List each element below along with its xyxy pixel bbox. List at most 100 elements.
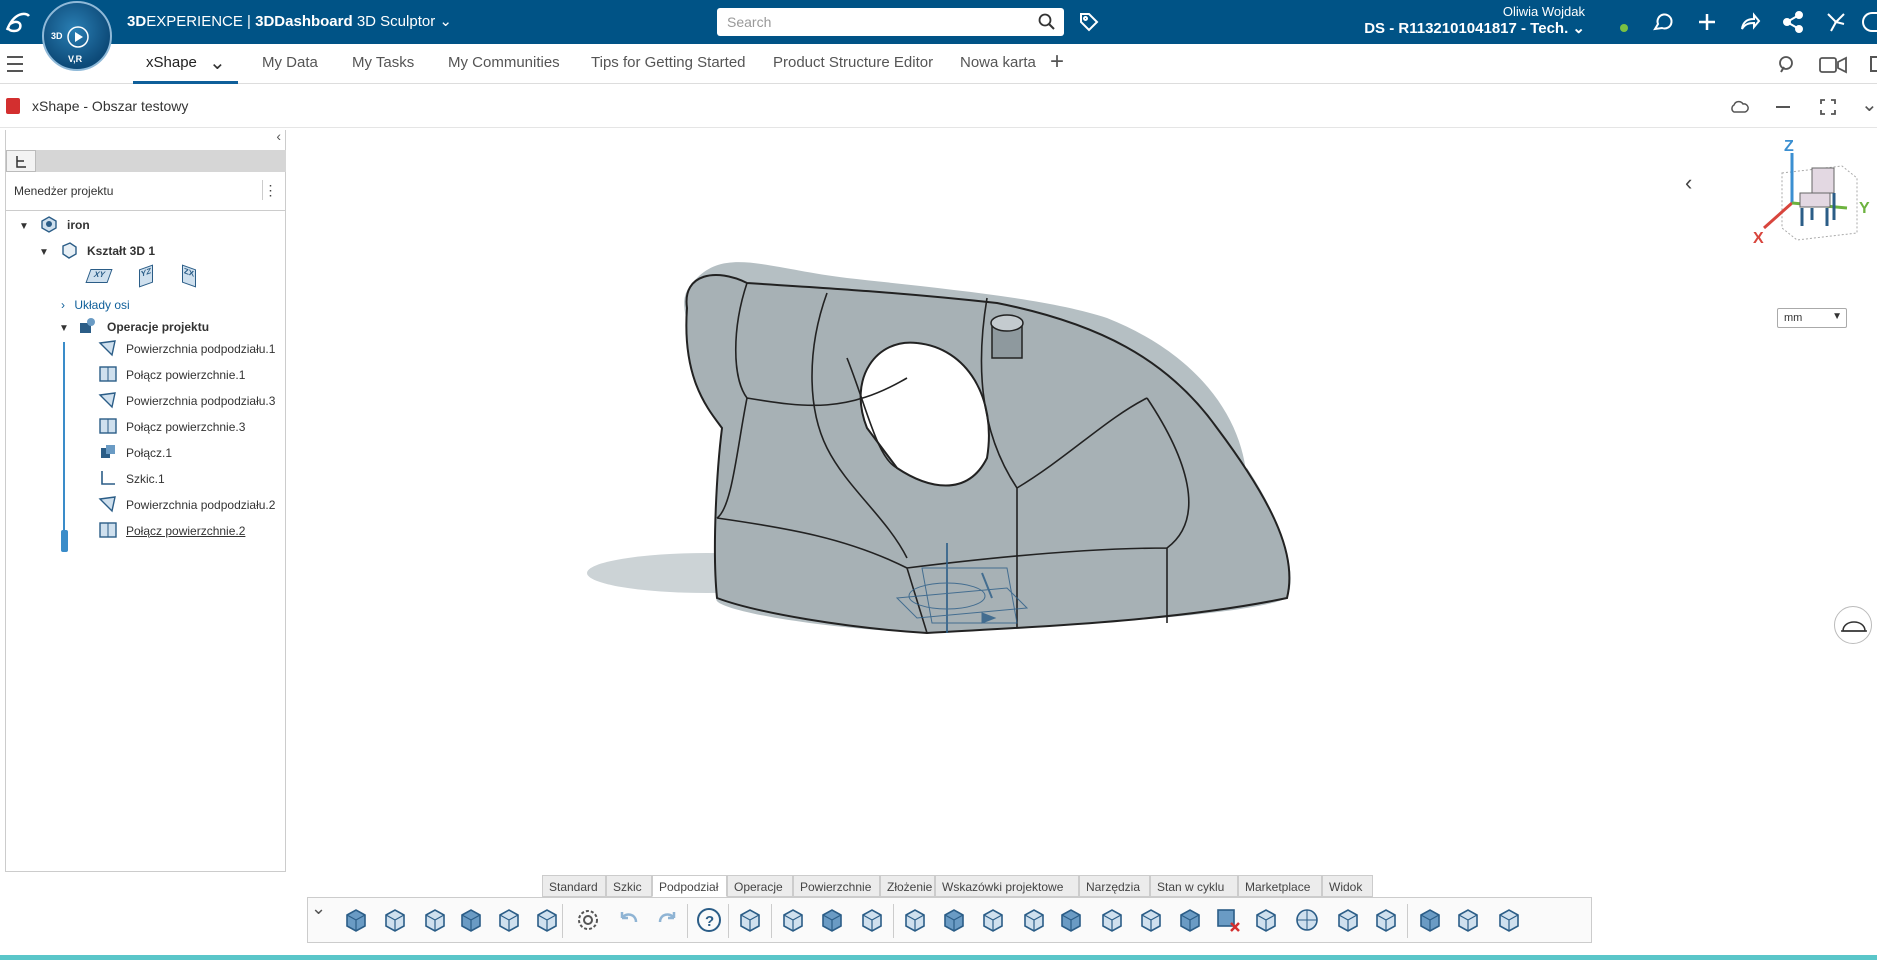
tab-tips[interactable]: Tips for Getting Started — [591, 54, 746, 71]
bend-icon[interactable] — [1252, 906, 1280, 934]
tab-wskazowki[interactable]: Wskazówki projektowe — [935, 875, 1079, 897]
sphere-cube-icon[interactable] — [940, 906, 968, 934]
tab-nowa-karta[interactable]: Nowa karta — [960, 54, 1036, 71]
save-icon[interactable] — [421, 906, 449, 934]
tab-xshape[interactable]: xShape ⌄ — [133, 44, 238, 84]
helmet-icon[interactable] — [1834, 606, 1872, 644]
tree-node-operations[interactable]: ▼ Operacje projektu — [59, 318, 209, 334]
tab-my-data[interactable]: My Data — [262, 54, 318, 71]
surface-patch-icon[interactable] — [1137, 906, 1165, 934]
save-as-icon[interactable] — [457, 906, 485, 934]
expand-arrow-icon[interactable]: ▼ — [59, 323, 69, 334]
isometric-icon[interactable] — [1416, 906, 1444, 934]
settings-icon[interactable] — [574, 906, 602, 934]
history-marker[interactable] — [61, 530, 68, 552]
panel-edge-icon[interactable] — [1870, 56, 1877, 72]
tab-product-structure-editor[interactable]: Product Structure Editor — [773, 54, 933, 71]
frame-icon[interactable] — [1020, 906, 1048, 934]
tab-zlozenie[interactable]: Złożenie — [880, 875, 935, 897]
tab-marketplace[interactable]: Marketplace — [1238, 875, 1322, 897]
toolbar-chevron-icon[interactable]: ⌄ — [311, 898, 326, 919]
plane-zx-icon[interactable]: ZX — [182, 264, 196, 288]
delete-face-icon[interactable] — [1214, 906, 1242, 934]
add-tab-icon[interactable]: + — [1050, 48, 1064, 76]
ds-logo-icon[interactable] — [4, 10, 32, 34]
user-info[interactable]: Oliwia Wojdak DS - R1132101041817 - Tech… — [1364, 4, 1585, 37]
collapse-panel-icon[interactable]: ‹ — [276, 128, 281, 144]
flip-icon[interactable] — [1372, 906, 1400, 934]
symmetry-icon[interactable] — [1454, 906, 1482, 934]
tab-my-communities[interactable]: My Communities — [448, 54, 560, 71]
tab-podpodzial[interactable]: Podpodział — [652, 875, 727, 897]
hamburger-menu-icon[interactable] — [7, 54, 23, 72]
chevron-down-icon[interactable]: ⌄ — [1861, 92, 1877, 117]
chevron-down-icon[interactable]: ⌄ — [439, 13, 452, 30]
svg-text:?: ? — [705, 913, 714, 930]
help-icon[interactable] — [1862, 12, 1877, 32]
plane-icon[interactable] — [901, 906, 929, 934]
cloud-icon[interactable] — [1729, 100, 1749, 114]
curved-surface-icon[interactable] — [979, 906, 1007, 934]
twist-icon[interactable] — [1334, 906, 1362, 934]
plane-yz-icon[interactable]: YZ — [139, 264, 153, 288]
tab-my-tasks[interactable]: My Tasks — [352, 54, 414, 71]
tab-standard[interactable]: Standard — [542, 875, 606, 897]
tree-tab[interactable] — [6, 150, 36, 172]
panel-menu-icon[interactable]: ⋮ — [262, 180, 278, 200]
compass-apps-icon[interactable] — [1825, 11, 1847, 33]
shaded-grid-icon[interactable] — [818, 906, 846, 934]
plane-xy-icon[interactable]: XY — [85, 269, 113, 283]
online-status-dot — [1620, 24, 1628, 32]
bounding-box-icon[interactable] — [1098, 906, 1126, 934]
search-people-icon[interactable] — [1776, 54, 1798, 76]
tag-icon[interactable] — [1078, 11, 1100, 33]
history-timeline — [63, 342, 65, 542]
compass-widget[interactable]: 3D V,R — [42, 1, 112, 71]
app-name[interactable]: 3D Sculptor — [357, 13, 435, 30]
tab-widok[interactable]: Widok — [1322, 875, 1373, 897]
tree-node-shape[interactable]: ▼ Kształt 3D 1 — [39, 242, 155, 259]
plus-icon[interactable] — [1696, 11, 1718, 33]
replace-icon[interactable] — [533, 906, 561, 934]
help-icon[interactable]: ? — [695, 906, 723, 934]
presentation-icon[interactable] — [1818, 54, 1848, 76]
chevron-down-icon[interactable]: ⌄ — [209, 50, 226, 75]
chevron-right-icon[interactable]: › — [61, 298, 65, 312]
tab-szkic[interactable]: Szkic — [606, 875, 652, 897]
tab-stan-w-cyklu[interactable]: Stan w cyklu — [1150, 875, 1238, 897]
extrude-icon[interactable] — [858, 906, 886, 934]
expand-arrow-icon[interactable]: ▼ — [19, 221, 29, 232]
collapse-right-panel-icon[interactable]: ‹ — [1685, 170, 1692, 196]
fold-icon[interactable] — [1057, 906, 1085, 934]
network-icon[interactable] — [1782, 11, 1804, 33]
search-icon[interactable] — [1038, 13, 1056, 31]
search-input[interactable]: Search — [727, 14, 771, 30]
box-edit-icon[interactable] — [381, 906, 409, 934]
expand-arrow-icon[interactable]: ▼ — [39, 247, 49, 258]
solid-box-icon[interactable] — [1176, 906, 1204, 934]
tree-node-axes[interactable]: › Układy osi — [61, 298, 130, 312]
units-select[interactable]: mm ▼ — [1777, 308, 1847, 328]
play-icon[interactable] — [66, 25, 90, 49]
share-arrow-icon[interactable] — [1739, 11, 1761, 33]
sphere-icon[interactable] — [1293, 906, 1321, 934]
redo-icon[interactable] — [654, 906, 682, 934]
tab-operacje[interactable]: Operacje — [727, 875, 793, 897]
cube-icon[interactable] — [779, 906, 807, 934]
mesh-icon[interactable] — [1495, 906, 1523, 934]
minimize-icon[interactable] — [1776, 106, 1790, 108]
iron-model[interactable] — [287, 128, 1877, 888]
chat-icon[interactable] — [1651, 11, 1673, 33]
refresh-icon[interactable] — [495, 906, 523, 934]
view-compass[interactable]: Z Y X — [1742, 138, 1877, 258]
tree-node-root[interactable]: ▼ iron — [19, 216, 90, 233]
search-field[interactable]: Search — [717, 8, 1064, 36]
project-manager-panel: ‹ Menedżer projektu ⋮ ▼ iron ▼ Kształt 3… — [5, 128, 286, 872]
3d-viewport[interactable]: ‹ Z Y X mm ▼ — [287, 128, 1877, 888]
tab-narzedzia[interactable]: Narzędzia — [1079, 875, 1150, 897]
undo-icon[interactable] — [614, 906, 642, 934]
fullscreen-icon[interactable] — [1819, 98, 1837, 116]
tab-powierzchnie[interactable]: Powierzchnie — [793, 875, 880, 897]
grid-icon[interactable] — [736, 906, 764, 934]
primitive-icon[interactable] — [342, 906, 370, 934]
